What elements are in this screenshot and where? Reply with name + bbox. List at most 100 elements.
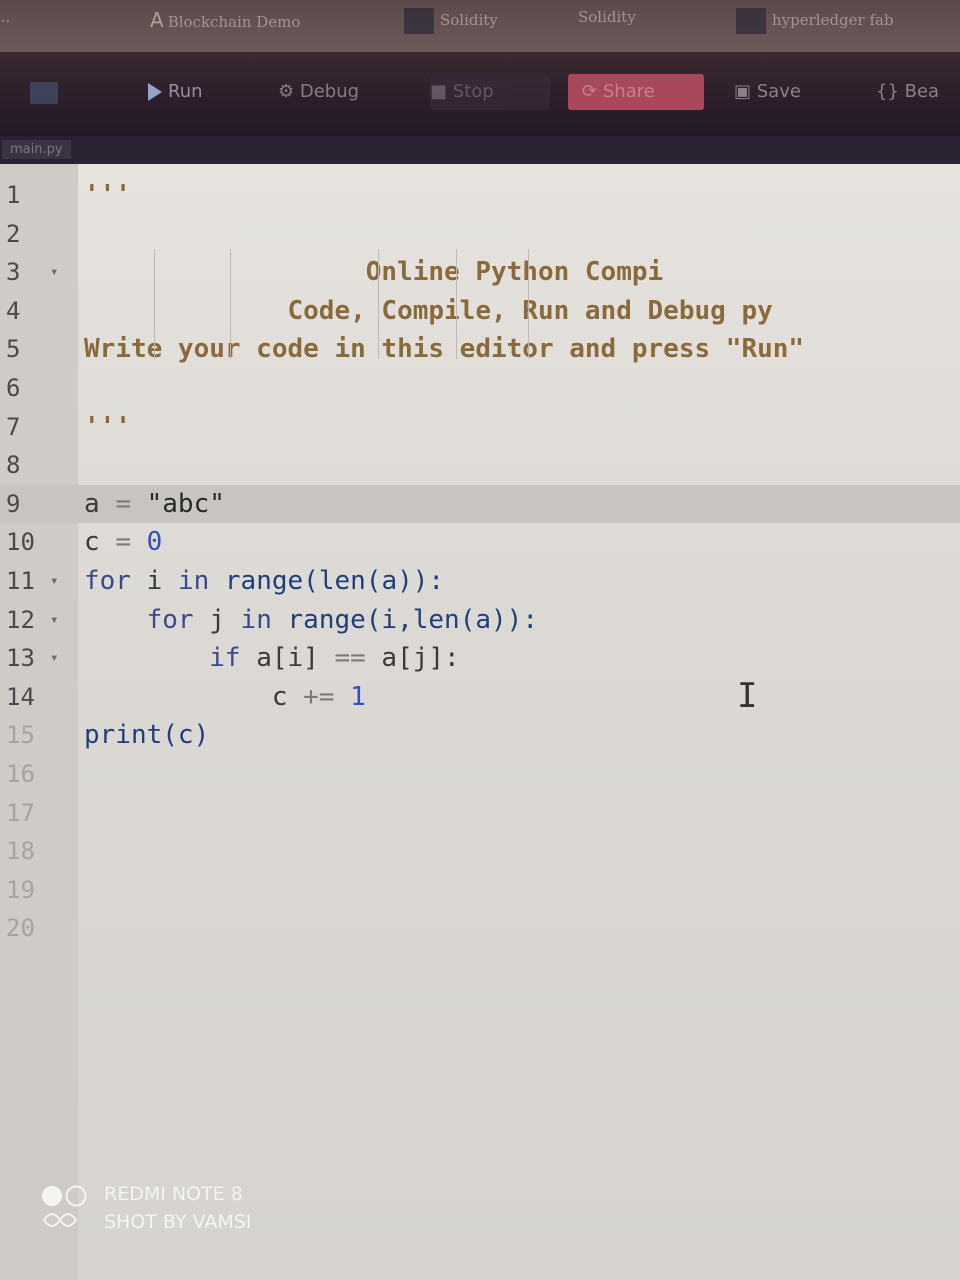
code-token: Online Python Compi (84, 257, 664, 288)
code-token: in (240, 604, 288, 635)
line-number: 13 (6, 644, 35, 673)
line-number: 8 (6, 451, 21, 480)
code-line[interactable]: 14 c += 1 (0, 678, 960, 716)
code-line[interactable]: 9 a = "abc" (0, 484, 960, 523)
code-token: Code, Compile, Run and Debug py (84, 295, 773, 326)
indent-guide (378, 249, 379, 359)
bookmark-item[interactable]: ... (0, 8, 10, 26)
watermark-line2: SHOT BY VAMSI (104, 1211, 252, 1233)
line-number: 9 (6, 489, 21, 518)
code-line[interactable]: 4 Code, Compile, Run and Debug py (0, 292, 960, 330)
share-button[interactable]: ⟳ Share (568, 74, 704, 110)
code-text: for i in range(len(a)): (84, 562, 444, 600)
debug-button[interactable]: ⚙ Debug (278, 74, 359, 110)
code-text: c += 1 (84, 678, 366, 716)
bookmark-icon (404, 8, 434, 34)
code-line[interactable]: 2 (0, 215, 960, 253)
code-line[interactable]: 17 (0, 794, 960, 832)
code-token: i (146, 566, 178, 596)
code-text: print(c) (84, 716, 209, 754)
code-line[interactable]: 1 ''' (0, 176, 960, 214)
bookmarks-bar: ... ABlockchain Demo Solidity Solidity h… (0, 0, 960, 52)
watermark-line1: REDMI NOTE 8 (104, 1183, 243, 1205)
play-icon (148, 83, 162, 101)
code-text: ''' (84, 176, 131, 214)
line-number: 4 (6, 296, 21, 325)
menu-icon[interactable] (30, 82, 58, 104)
bookmark-label: ... (0, 8, 11, 26)
line-number: 5 (6, 335, 21, 364)
stop-label: Stop (452, 81, 494, 102)
code-line[interactable]: 7 ''' (0, 408, 960, 446)
indent-guide (528, 249, 529, 359)
editor-toolbar: Run ⚙ Debug ■ Stop ⟳ Share ▣ Save {} Bea (0, 52, 960, 136)
bug-icon: ⚙ (278, 81, 300, 102)
code-text: if a[i] == a[j]: (84, 639, 459, 677)
code-line[interactable]: 15 print(c) (0, 716, 960, 754)
fold-toggle-icon[interactable]: ▾ (50, 253, 58, 291)
code-line[interactable]: 20 (0, 909, 960, 947)
code-editor[interactable]: 1 ''' 2 3 ▾ Online Python Compi 4 Code, Compi… (0, 164, 960, 1280)
code-text: for j in range(i,len(a)): (84, 601, 538, 639)
line-number: 19 (6, 875, 35, 904)
run-button[interactable]: Run (148, 74, 203, 110)
line-number: 15 (6, 721, 35, 750)
beautify-button[interactable]: {} Bea (876, 74, 939, 110)
file-tab-bar: main.py (0, 136, 960, 164)
bookmark-solidity-2[interactable]: Solidity (578, 8, 636, 26)
bookmark-blockchain-demo[interactable]: A Blockchain Demo (150, 8, 300, 32)
text-cursor-icon: I (737, 676, 758, 716)
code-token: print(c) (84, 720, 210, 751)
line-number: 1 (6, 181, 21, 209)
run-label: Run (168, 81, 203, 102)
code-token: j (209, 604, 241, 635)
code-token: += (303, 681, 335, 712)
code-line[interactable]: 8 (0, 446, 960, 484)
line-number: 10 (6, 528, 35, 557)
code-token: in (177, 566, 225, 596)
share-icon: ⟳ (582, 81, 603, 102)
beautify-label: {} Bea (876, 81, 940, 102)
code-token: range(i,len(a)): (287, 604, 538, 635)
code-token: ''' (84, 180, 131, 210)
code-token: c (84, 527, 116, 558)
code-line[interactable]: 19 (0, 871, 960, 909)
code-token: a (84, 488, 116, 519)
code-text: ''' (84, 408, 131, 446)
code-line[interactable]: 10 c = 0 (0, 523, 960, 561)
fold-toggle-icon[interactable]: ▾ (50, 562, 58, 600)
save-button[interactable]: ▣ Save (734, 74, 801, 110)
letter-a-icon: A (150, 8, 164, 32)
code-line[interactable]: 3 ▾ Online Python Compi (0, 253, 960, 291)
stop-button[interactable]: ■ Stop (430, 74, 550, 110)
indent-guide (154, 249, 155, 359)
fold-toggle-icon[interactable]: ▾ (50, 601, 58, 639)
indent-guide (456, 249, 457, 359)
line-number: 16 (6, 760, 35, 788)
code-line[interactable]: 5 Write your code in this editor and pres… (0, 330, 960, 368)
code-token: if (84, 643, 257, 674)
bookmark-hyperledger[interactable]: hyperledger fab (736, 8, 894, 34)
line-number: 20 (6, 914, 35, 943)
fold-toggle-icon[interactable]: ▾ (50, 639, 58, 677)
code-line[interactable]: 13 ▾ if a[i] == a[j]: (0, 639, 960, 677)
bookmark-label: Blockchain Demo (167, 13, 301, 31)
code-token: range(len(a)): (224, 566, 445, 596)
line-number: 17 (6, 798, 35, 827)
code-line[interactable]: 6 (0, 369, 960, 407)
line-number: 3 (6, 258, 21, 287)
code-text: Write your code in this editor and press… (84, 330, 804, 368)
line-number: 18 (6, 837, 35, 866)
bookmark-solidity[interactable]: Solidity (404, 8, 498, 34)
line-number: 11 (6, 567, 35, 595)
file-tab-main[interactable]: main.py (2, 140, 71, 159)
save-icon: ▣ (734, 81, 757, 102)
code-token: 0 (130, 527, 163, 558)
code-line[interactable]: 16 (0, 755, 960, 793)
code-token: for (84, 566, 147, 596)
code-line[interactable]: 12 ▾ for j in range(i,len(a)): (0, 601, 960, 639)
code-token: for (84, 604, 210, 635)
code-line[interactable]: 18 (0, 832, 960, 870)
save-label: Save (756, 81, 801, 102)
code-line[interactable]: 11 ▾ for i in range(len(a)): (0, 562, 960, 600)
